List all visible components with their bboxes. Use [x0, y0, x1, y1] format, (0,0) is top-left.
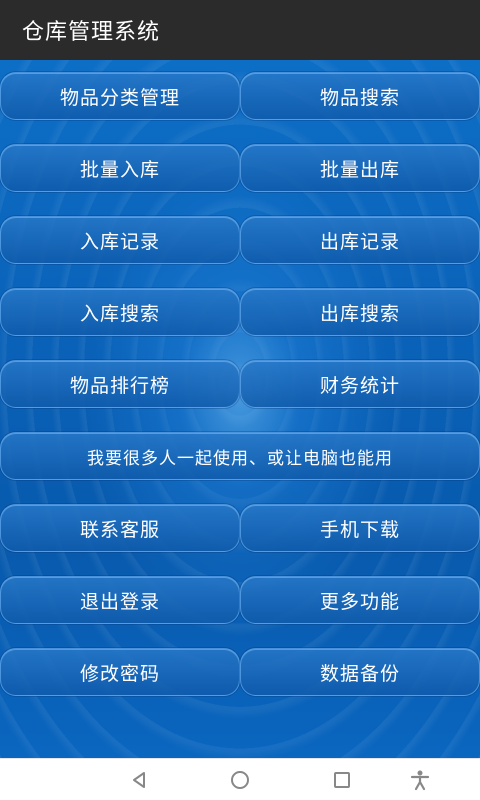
outbound-records-button[interactable]: 出库记录 [240, 216, 480, 264]
more-features-button[interactable]: 更多功能 [240, 576, 480, 624]
app-title: 仓库管理系统 [22, 20, 161, 45]
item-category-management-button[interactable]: 物品分类管理 [0, 72, 240, 120]
home-icon[interactable] [229, 769, 251, 791]
recents-icon[interactable] [331, 769, 353, 791]
accessibility-icon[interactable] [409, 769, 431, 791]
app-bar: 仓库管理系统 [0, 0, 480, 60]
batch-inbound-button[interactable]: 批量入库 [0, 144, 240, 192]
batch-outbound-button[interactable]: 批量出库 [240, 144, 480, 192]
multi-user-pc-button[interactable]: 我要很多人一起使用、或让电脑也能用 [0, 432, 480, 480]
contact-support-button[interactable]: 联系客服 [0, 504, 240, 552]
back-icon[interactable] [128, 769, 150, 791]
inbound-records-button[interactable]: 入库记录 [0, 216, 240, 264]
logout-button[interactable]: 退出登录 [0, 576, 240, 624]
mobile-download-button[interactable]: 手机下载 [240, 504, 480, 552]
data-backup-button[interactable]: 数据备份 [240, 648, 480, 696]
item-ranking-button[interactable]: 物品排行榜 [0, 360, 240, 408]
menu-panel: 物品分类管理 物品搜索 批量入库 批量出库 入库记录 出库记录 入库搜索 出库搜… [0, 60, 480, 758]
finance-stats-button[interactable]: 财务统计 [240, 360, 480, 408]
item-search-button[interactable]: 物品搜索 [240, 72, 480, 120]
system-nav-bar [0, 758, 480, 800]
outbound-search-button[interactable]: 出库搜索 [240, 288, 480, 336]
inbound-search-button[interactable]: 入库搜索 [0, 288, 240, 336]
change-password-button[interactable]: 修改密码 [0, 648, 240, 696]
